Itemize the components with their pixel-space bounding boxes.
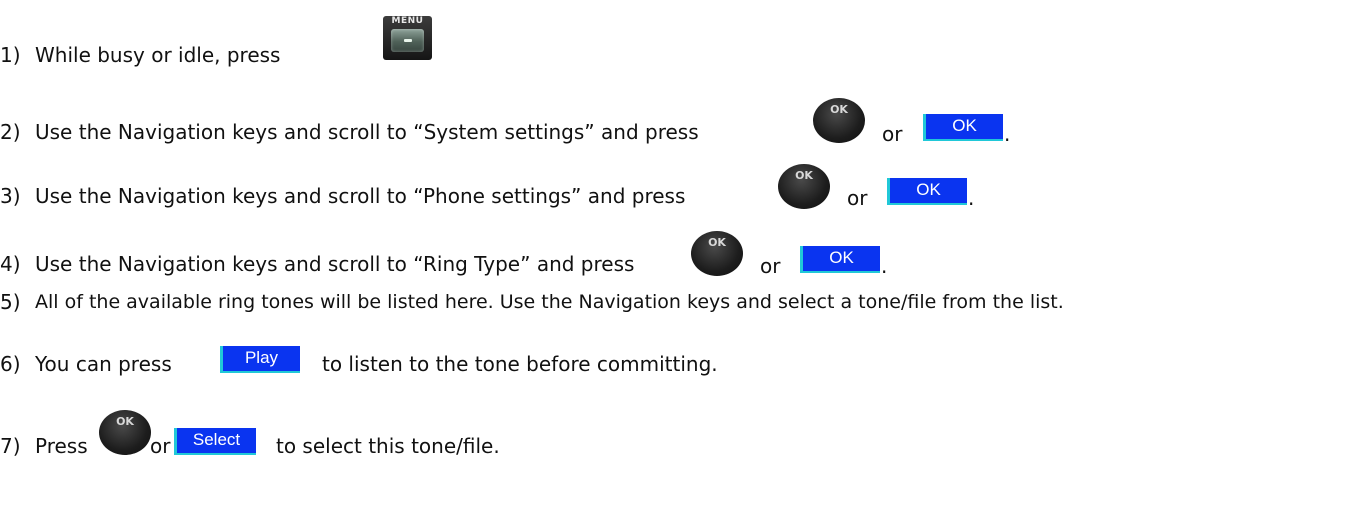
ok-key-icon: OK [99, 410, 151, 455]
or-text: or [760, 254, 781, 278]
step-end-punctuation: . [968, 186, 975, 210]
step-end-punctuation: . [881, 254, 888, 278]
step-number: 2) [0, 120, 21, 144]
step-end-punctuation: . [1004, 122, 1011, 146]
menu-key-cap [391, 29, 424, 52]
step-text: Press [35, 434, 88, 458]
ok-key-label: OK [116, 415, 134, 428]
ok-key-label: OK [795, 169, 813, 182]
step-number: 4) [0, 252, 21, 276]
ok-key-icon: OK [813, 98, 865, 143]
step-text: Use the Navigation keys and scroll to “P… [35, 184, 686, 208]
step-number: 7) [0, 434, 21, 458]
step-number: 3) [0, 184, 21, 208]
play-softkey-button: Play [220, 346, 300, 373]
step-text: Use the Navigation keys and scroll to “R… [35, 252, 635, 276]
or-text: or [150, 434, 171, 458]
or-text: or [847, 186, 868, 210]
ok-softkey-button: OK [887, 178, 967, 205]
step-text: While busy or idle, press [35, 43, 281, 67]
ok-key-icon: OK [691, 231, 743, 276]
ok-key-label: OK [708, 236, 726, 249]
menu-key-light [404, 39, 412, 42]
select-softkey-button: Select [174, 428, 256, 455]
menu-key-label: MENU [391, 16, 424, 26]
menu-key-icon: MENU [383, 16, 432, 60]
ok-softkey-button: OK [800, 246, 880, 273]
step-number: 1) [0, 43, 21, 67]
or-text: or [882, 122, 903, 146]
step-text-after: to select this tone/file. [276, 434, 500, 458]
step-text-after: to listen to the tone before committing. [322, 352, 718, 376]
ok-key-icon: OK [778, 164, 830, 209]
step-text: You can press [35, 352, 172, 376]
step-text: All of the available ring tones will be … [35, 291, 1064, 313]
ok-key-label: OK [830, 103, 848, 116]
instruction-page: 1) While busy or idle, press MENU 2) Use… [0, 0, 1347, 525]
ok-softkey-button: OK [923, 114, 1003, 141]
step-number: 5) [0, 290, 21, 314]
step-number: 6) [0, 352, 21, 376]
step-text: Use the Navigation keys and scroll to “S… [35, 120, 699, 144]
